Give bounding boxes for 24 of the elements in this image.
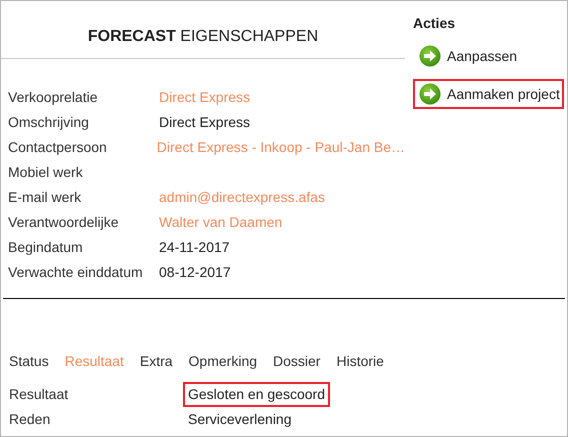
field-label: Resultaat	[9, 385, 70, 404]
field-value: Direct Express	[159, 112, 250, 132]
field-value: Gesloten en gescoord	[183, 382, 330, 407]
tab[interactable]: Dossier	[273, 351, 320, 372]
field-value: 24-11-2017	[159, 238, 230, 256]
tab[interactable]: Historie	[336, 351, 384, 372]
page-title: FORECAST EIGENSCHAPPEN	[88, 26, 318, 46]
field-label: Verantwoordelijke	[8, 212, 120, 232]
field-label: Verkooprelatie	[8, 88, 99, 107]
field-label: Mobiel werk	[8, 162, 84, 182]
field-value: 08-12-2017	[159, 262, 231, 282]
action-link[interactable]: Aanmaken project	[413, 79, 564, 109]
tab[interactable]: Opmerking	[188, 351, 258, 372]
field-label: Reden	[9, 410, 52, 429]
tab[interactable]: Status	[9, 351, 49, 372]
field-label: E-mail werk	[8, 188, 82, 206]
field-label: Omschrijving	[8, 112, 90, 132]
action-link[interactable]: Aanpassen	[413, 41, 522, 71]
field-label: Begindatum	[8, 238, 84, 257]
field-label: Contactpersoon	[8, 138, 108, 157]
field-value: Serviceverlening	[187, 410, 292, 429]
actions-heading: Acties	[413, 14, 456, 33]
field-label: Verwachte einddatum	[8, 262, 144, 282]
tab[interactable]: Extra	[140, 351, 173, 372]
